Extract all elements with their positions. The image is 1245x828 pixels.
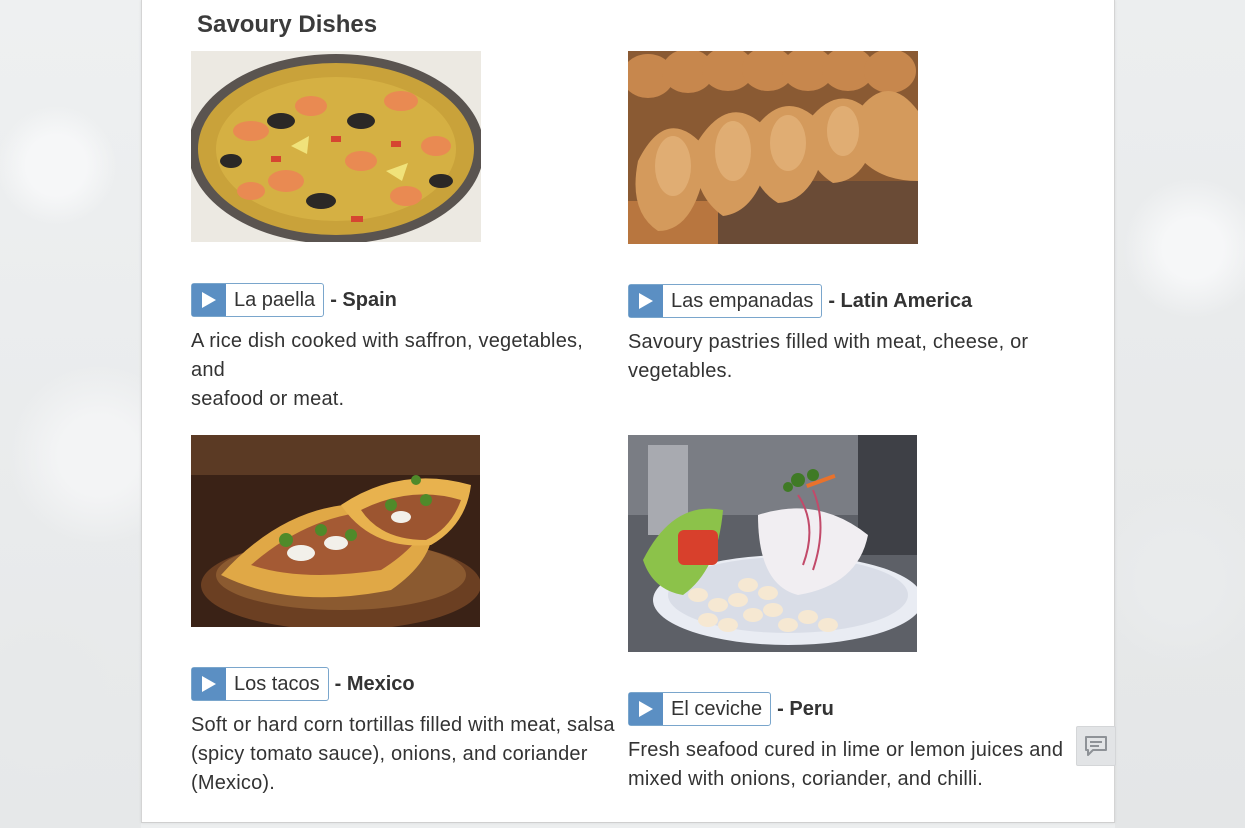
dish-row-paella: La paella - Spain [191,283,397,317]
play-icon [629,285,663,317]
audio-button-tacos[interactable]: Los tacos [191,667,329,701]
content-panel: Savoury Dishes La paella - Spain A rice … [141,0,1115,823]
feedback-button[interactable] [1076,726,1116,766]
dish-description-tacos: Soft or hard corn tortillas filled with … [191,711,621,798]
dish-word: El ceviche [671,697,763,720]
tacos-photo [191,435,480,627]
section-title: Savoury Dishes [197,11,378,38]
background-left [0,0,141,828]
dish-description-paella: A rice dish cooked with saffron, vegetab… [191,327,621,414]
dish-row-empanadas: Las empanadas - Latin America [628,284,972,318]
dish-row-ceviche: El ceviche - Peru [628,692,834,726]
dish-word: Las empanadas [671,289,814,312]
dish-word: Los tacos [234,672,320,695]
ceviche-photo [628,435,917,652]
dish-word: La paella [234,288,316,311]
background-right [1115,0,1245,828]
audio-button-ceviche[interactable]: El ceviche [628,692,772,726]
audio-button-paella[interactable]: La paella [191,283,325,317]
paella-photo [191,51,481,242]
desc-line: A rice dish cooked with saffron, vegetab… [191,330,583,381]
dish-description-empanadas: Savoury pastries filled with meat, chees… [628,328,1058,386]
desc-line: (Mexico). [191,772,276,794]
dish-country: - Mexico [334,672,415,695]
dish-row-tacos: Los tacos - Mexico [191,667,415,701]
play-icon [192,284,226,316]
empanadas-photo [628,51,918,244]
dish-country: - Latin America [828,289,973,312]
desc-line: seafood or meat. [191,388,345,410]
comment-icon [1085,736,1107,756]
desc-line: mixed with onions, coriander, and chilli… [628,768,984,790]
audio-button-empanadas[interactable]: Las empanadas [628,284,823,318]
desc-line: vegetables. [628,360,733,382]
desc-line: Fresh seafood cured in lime or lemon jui… [628,739,1064,761]
dish-country: - Peru [777,697,834,720]
play-icon [629,693,663,725]
desc-line: Soft or hard corn tortillas filled with … [191,714,615,736]
dish-description-ceviche: Fresh seafood cured in lime or lemon jui… [628,736,1068,794]
play-icon [192,668,226,700]
desc-line: Savoury pastries filled with meat, chees… [628,331,1029,353]
dish-country: - Spain [330,288,397,311]
desc-line: (spicy tomato sauce), onions, and corian… [191,743,588,765]
